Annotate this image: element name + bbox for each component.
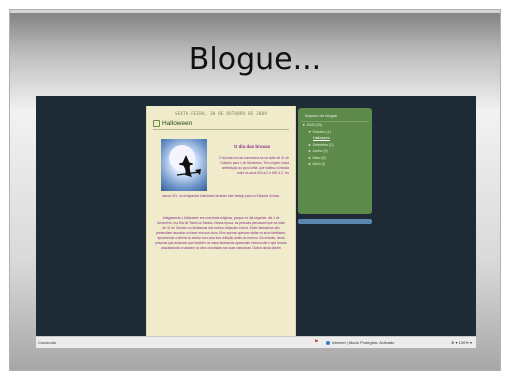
sidebar-widget <box>298 219 372 224</box>
zone-label: Internet | Modo Protegido: Activado <box>332 340 395 345</box>
witch-icon <box>176 155 201 177</box>
slide-frame: Blogue... SEXTA-FEIRA, 30 DE OUTUBRO DE … <box>9 9 501 371</box>
archive-month[interactable]: ► Abril (4) <box>298 161 372 168</box>
browser-status-bar: Concluído ⚑ Internet | Modo Protegido: A… <box>36 336 476 348</box>
archive-title: Arquivo do blogue <box>301 108 369 122</box>
article-paragraph: Antigamente o Halloween era uma festa re… <box>155 216 287 250</box>
globe-icon <box>326 341 330 345</box>
zoom-control[interactable]: ⊕ ▾ ⁠100% ▾ <box>451 340 472 345</box>
article-intro-cont: século XIX, os emigrantes Irlandeses lev… <box>162 194 280 198</box>
security-zone[interactable]: Internet | Modo Protegido: Activado <box>326 340 394 345</box>
witch-image <box>161 139 207 191</box>
warning-icon[interactable]: ⚑ <box>314 339 318 345</box>
article-heading: O dia das bruxas <box>233 144 271 149</box>
post-title[interactable]: Halloween <box>162 120 192 127</box>
post-date: SEXTA-FEIRA, 30 DE OUTUBRO DE 2009 <box>174 111 268 116</box>
blog-post: SEXTA-FEIRA, 30 DE OUTUBRO DE 2009 Hallo… <box>146 106 296 336</box>
post-title-row: Halloween <box>153 120 289 130</box>
slide-title: Blogue... <box>188 42 322 77</box>
blog-archive: Arquivo do blogue ▼ 2009 (20) ▼ Outubro … <box>298 108 372 214</box>
status-text: Concluído <box>38 340 57 345</box>
article-intro: O dia das bruxas comemora-se na noite de… <box>219 156 289 175</box>
post-icon <box>153 120 160 127</box>
browser-screenshot: SEXTA-FEIRA, 30 DE OUTUBRO DE 2009 Hallo… <box>36 96 476 336</box>
